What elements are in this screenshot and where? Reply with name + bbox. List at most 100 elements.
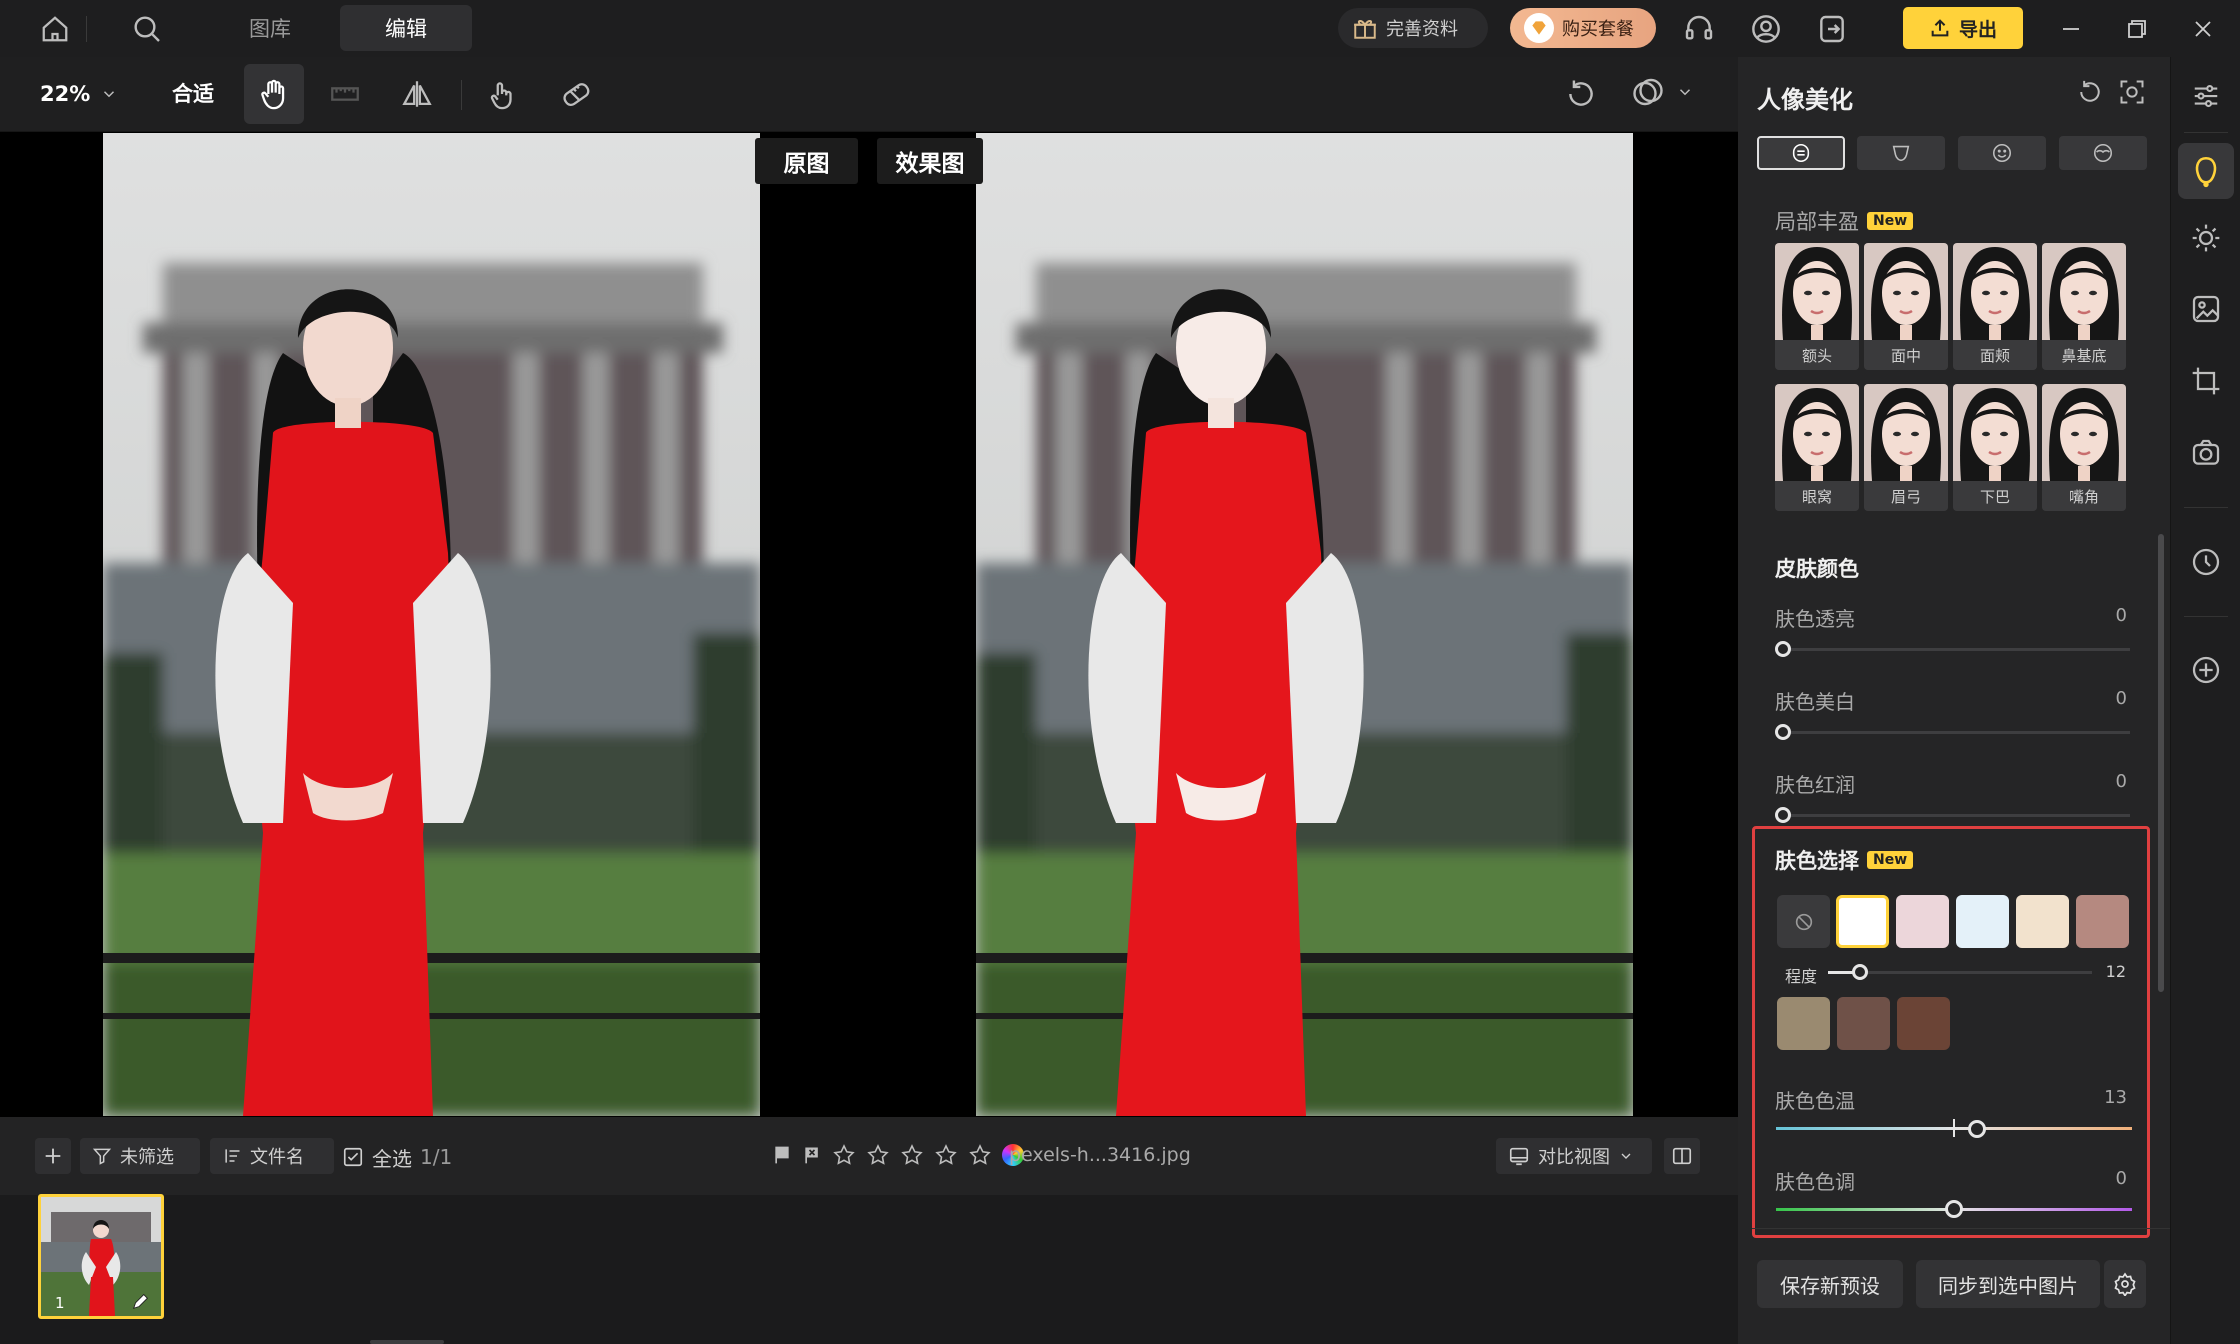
compare-view-select[interactable]: 对比视图: [1496, 1138, 1652, 1174]
camera-icon[interactable]: [2183, 430, 2229, 476]
reset-icon[interactable]: [1551, 64, 1611, 124]
local-fill-item[interactable]: 额头: [1775, 243, 1859, 370]
touch-icon[interactable]: [472, 64, 532, 124]
skin-slider-knob[interactable]: [1775, 641, 1791, 657]
reject-flag-icon[interactable]: [802, 1145, 822, 1165]
chevron-down-icon: [1676, 83, 1694, 101]
skin-slider-value: 0: [2115, 605, 2127, 626]
checkbox-icon: [342, 1146, 364, 1168]
star-icon[interactable]: [832, 1143, 856, 1167]
temperature-value: 13: [2104, 1087, 2127, 1108]
split-view-button[interactable]: [1664, 1138, 1700, 1174]
select-all-checkbox[interactable]: 全选 1/1: [342, 1142, 452, 1172]
face-preview-icon: [2042, 243, 2126, 340]
skin-tone-swatch[interactable]: [1777, 997, 1830, 1050]
close-icon[interactable]: [2184, 10, 2222, 48]
local-fill-item[interactable]: 下巴: [1953, 384, 2037, 511]
filmstrip-scrollbar[interactable]: [370, 1340, 444, 1344]
star-icon[interactable]: [968, 1143, 992, 1167]
skin-tone-swatch[interactable]: [2076, 895, 2129, 948]
portrait-beauty-icon[interactable]: [2178, 143, 2234, 199]
home-icon[interactable]: [36, 10, 74, 48]
hand-tool-icon[interactable]: [244, 64, 304, 124]
settings-button[interactable]: [2104, 1260, 2146, 1308]
effect-label: 效果图: [877, 138, 983, 184]
original-photo: [103, 133, 760, 1116]
buy-package-button[interactable]: 购买套餐: [1510, 8, 1656, 48]
filter-button[interactable]: 未筛选: [80, 1138, 200, 1174]
fit-button[interactable]: 合适: [172, 78, 214, 108]
flip-icon[interactable]: [387, 64, 447, 124]
headset-icon[interactable]: [1680, 10, 1718, 48]
face-preview-icon: [1953, 384, 2037, 481]
skin-tone-swatch[interactable]: [1897, 997, 1950, 1050]
skin-tone-swatch[interactable]: [2016, 895, 2069, 948]
local-fill-item[interactable]: 鼻基底: [2042, 243, 2126, 370]
gear-icon: [2113, 1272, 2137, 1296]
user-icon[interactable]: [1747, 10, 1785, 48]
select-count: 1/1: [420, 1145, 453, 1169]
complete-profile-button[interactable]: 完善资料: [1338, 8, 1488, 48]
tab-skin[interactable]: [1757, 136, 1845, 170]
skin-tone-swatch[interactable]: [1956, 895, 2009, 948]
panel-reset-icon[interactable]: [2076, 78, 2104, 106]
flag-icon[interactable]: [772, 1145, 792, 1165]
local-fill-item[interactable]: 嘴角: [2042, 384, 2126, 511]
skin-slider-knob[interactable]: [1775, 807, 1791, 823]
eraser-icon[interactable]: [546, 64, 606, 124]
ruler-icon[interactable]: [315, 64, 375, 124]
export-label: 导出: [1958, 18, 1997, 41]
add-tool-icon[interactable]: [2183, 647, 2229, 693]
temperature-slider-knob[interactable]: [1968, 1120, 1987, 1138]
overlay-mode-select[interactable]: [1630, 74, 1694, 110]
local-fill-item-label: 面颊: [1953, 340, 2037, 370]
no-skin-tone-swatch[interactable]: [1777, 895, 1830, 948]
filter-label: 未筛选: [120, 1147, 174, 1168]
tab-edit[interactable]: 编辑: [340, 5, 472, 51]
crop-icon[interactable]: [2183, 358, 2229, 404]
adjust-sliders-icon[interactable]: [2183, 73, 2229, 119]
history-icon[interactable]: [2183, 539, 2229, 585]
face-preview-icon: [1864, 384, 1948, 481]
panel-scrollbar[interactable]: [2158, 534, 2164, 992]
skin-slider-knob[interactable]: [1775, 724, 1791, 740]
skin-slider-track[interactable]: [1776, 731, 2130, 734]
search-icon[interactable]: [128, 10, 166, 48]
face-detect-icon[interactable]: [2118, 78, 2146, 106]
effect-photo: [976, 133, 1633, 1116]
sync-to-selected-button[interactable]: 同步到选中图片: [1916, 1260, 2100, 1308]
sun-icon[interactable]: [2183, 215, 2229, 261]
image-edit-icon[interactable]: [2183, 286, 2229, 332]
skin-tone-swatch[interactable]: [1837, 997, 1890, 1050]
local-fill-title: 局部丰盈: [1775, 210, 1859, 234]
skin-slider-track[interactable]: [1776, 814, 2130, 817]
tab-features[interactable]: [1958, 136, 2046, 170]
skin-tone-swatch[interactable]: [1836, 895, 1889, 948]
new-badge: New: [1867, 851, 1914, 869]
local-fill-item[interactable]: 眉弓: [1864, 384, 1948, 511]
local-fill-item[interactable]: 面颊: [1953, 243, 2037, 370]
save-preset-button[interactable]: 保存新预设: [1757, 1260, 1903, 1308]
export-button[interactable]: 导出: [1903, 7, 2023, 49]
star-icon[interactable]: [866, 1143, 890, 1167]
zoom-select[interactable]: 22%: [40, 78, 118, 110]
restore-icon[interactable]: [2118, 10, 2156, 48]
degree-slider-knob[interactable]: [1851, 964, 1868, 980]
local-fill-item[interactable]: 眼窝: [1775, 384, 1859, 511]
logout-icon[interactable]: [1813, 10, 1851, 48]
local-fill-item[interactable]: 面中: [1864, 243, 1948, 370]
minimize-icon[interactable]: [2052, 10, 2090, 48]
skin-slider-track[interactable]: [1776, 648, 2130, 651]
sort-button[interactable]: 文件名: [210, 1138, 334, 1174]
tab-makeup[interactable]: [2059, 136, 2147, 170]
local-fill-item-label: 额头: [1775, 340, 1859, 370]
star-icon[interactable]: [934, 1143, 958, 1167]
tab-face-shape[interactable]: [1857, 136, 1945, 170]
rating-bar: [772, 1143, 1024, 1167]
skin-tone-swatch[interactable]: [1896, 895, 1949, 948]
zoom-value: 22%: [40, 82, 91, 106]
tint-slider-knob[interactable]: [1945, 1200, 1963, 1218]
tab-gallery[interactable]: 图库: [212, 5, 328, 51]
add-button[interactable]: [35, 1138, 71, 1174]
star-icon[interactable]: [900, 1143, 924, 1167]
